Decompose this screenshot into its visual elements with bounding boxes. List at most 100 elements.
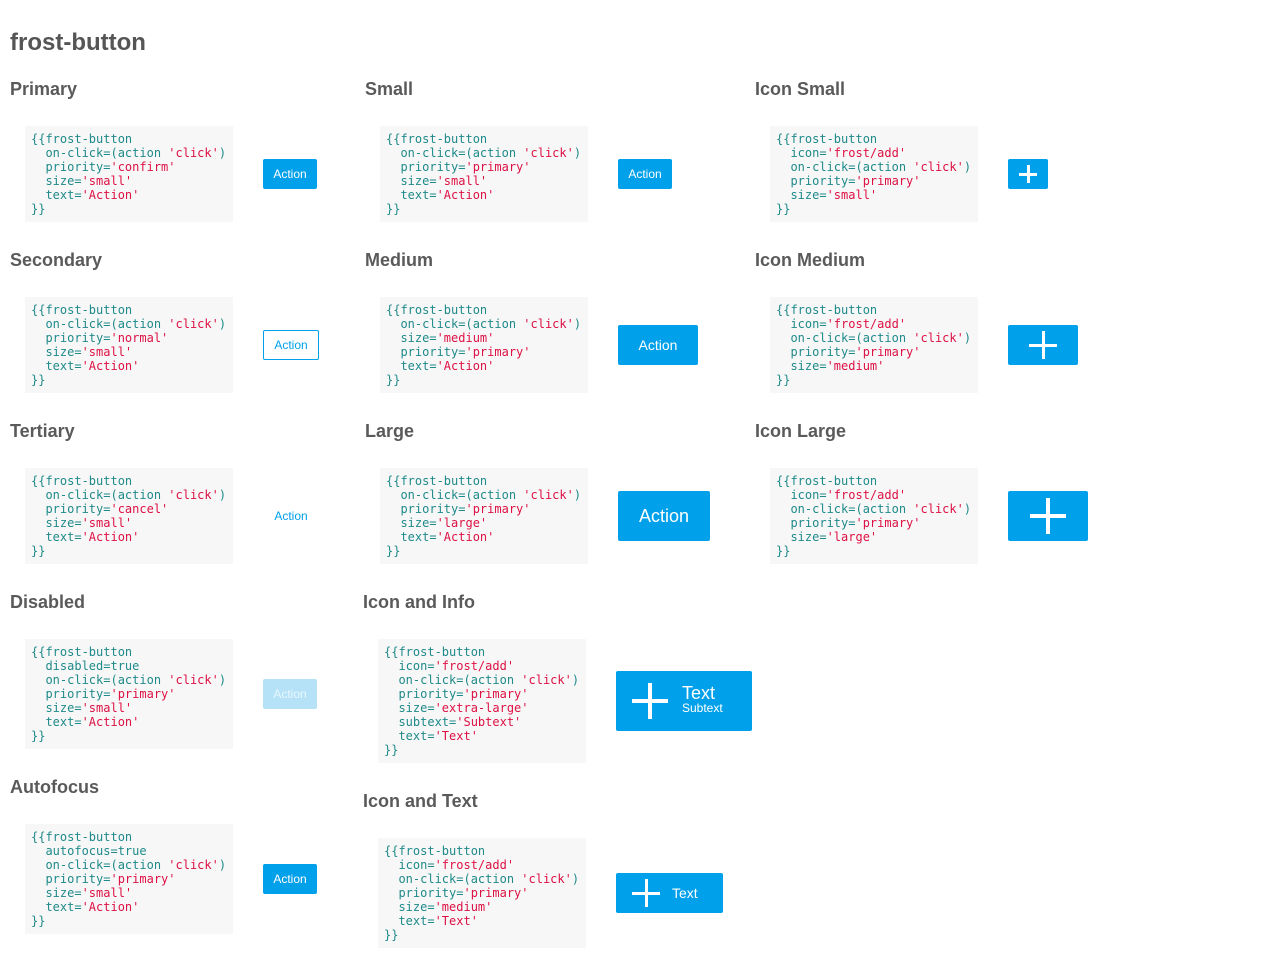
button-subtext: Subtext [682,701,723,715]
code-line: }} [31,373,46,387]
code-line: priority='primary' [386,345,531,359]
medium-button[interactable]: Action [618,325,698,365]
code-line: subtext='Subtext' [384,715,522,729]
code-line: size='medium' [384,900,493,914]
code-line: priority='primary' [776,174,921,188]
button-label: Action [274,509,308,523]
code-line: {{frost-button [384,844,486,858]
code-line: size='large' [776,530,878,544]
disabled-button: Action [263,679,317,709]
code-line: priority='confirm' [31,160,176,174]
code-line: text='Action' [31,188,140,202]
section-title-autofocus: Autofocus [10,777,99,797]
code-sample-autofocus: {{frost-button autofocus=true on-click=(… [25,824,233,934]
primary-button[interactable]: Action [263,159,317,189]
code-line: priority='primary' [31,687,176,701]
code-line: size='small' [31,174,133,188]
code-line: on-click=(action 'click') [31,317,227,331]
code-line: size='large' [386,516,488,530]
code-line: icon='frost/add' [776,146,907,160]
code-line: }} [386,544,401,558]
icon-small-button[interactable] [1008,159,1048,189]
code-sample-icon-large: {{frost-button icon='frost/add' on-click… [770,468,978,564]
code-line: on-click=(action 'click') [776,160,972,174]
code-line: on-click=(action 'click') [776,502,972,516]
code-line: priority='primary' [386,160,531,174]
code-line: priority='primary' [776,516,921,530]
code-sample-secondary: {{frost-button on-click=(action 'click')… [25,297,233,393]
icon-medium-button[interactable] [1008,325,1078,365]
code-line: icon='frost/add' [776,488,907,502]
large-button[interactable]: Action [618,491,710,541]
code-line: size='small' [31,886,133,900]
icon-info-button[interactable]: Text Subtext [616,671,752,731]
secondary-button[interactable]: Action [263,330,319,360]
icon-large-button[interactable] [1008,491,1088,541]
code-line: size='small' [31,701,133,715]
code-sample-disabled: {{frost-button disabled=true on-click=(a… [25,639,233,749]
code-line: text='Action' [386,359,495,373]
tertiary-button[interactable]: Action [263,501,319,531]
section-title-primary: Primary [10,79,78,99]
code-sample-icon-info: {{frost-button icon='frost/add' on-click… [378,639,586,763]
code-sample-small: {{frost-button on-click=(action 'click')… [380,126,588,222]
code-sample-medium: {{frost-button on-click=(action 'click')… [380,297,588,393]
code-line: priority='cancel' [31,502,169,516]
code-line: }} [776,373,791,387]
code-line: }} [31,544,46,558]
code-line: {{frost-button [31,830,133,844]
icon-text-button[interactable]: Text [616,873,723,913]
code-line: {{frost-button [776,303,878,317]
code-sample-large: {{frost-button on-click=(action 'click')… [380,468,588,564]
code-sample-icon-small: {{frost-button icon='frost/add' on-click… [770,126,978,222]
section-title-small: Small [365,79,414,99]
code-line: }} [776,202,791,216]
code-line: {{frost-button [386,474,488,488]
code-line: disabled=true [31,659,140,673]
code-line: priority='primary' [384,886,529,900]
section-title-icon-text: Icon and Text [363,791,478,811]
code-line: }} [31,729,46,743]
code-line: on-click=(action 'click') [31,858,227,872]
button-label: Action [273,872,307,886]
code-line: {{frost-button [776,132,878,146]
code-line: text='Action' [31,900,140,914]
section-title-icon-info: Icon and Info [363,592,475,612]
code-line: priority='primary' [384,687,529,701]
code-line: }} [31,914,46,928]
code-line: icon='frost/add' [384,659,515,673]
section-title-disabled: Disabled [10,592,86,612]
code-line: }} [386,202,401,216]
code-line: size='small' [776,188,878,202]
code-line: {{frost-button [31,474,133,488]
code-line: text='Text' [384,914,478,928]
code-line: on-click=(action 'click') [31,673,227,687]
code-line: priority='normal' [31,331,169,345]
code-line: text='Text' [384,729,478,743]
code-sample-tertiary: {{frost-button on-click=(action 'click')… [25,468,233,564]
page-title: frost-button [10,29,146,56]
add-icon [632,879,660,907]
code-line: on-click=(action 'click') [31,488,227,502]
code-line: icon='frost/add' [384,858,515,872]
code-line: text='Action' [386,188,495,202]
code-line: text='Action' [386,530,495,544]
button-label: Text [672,885,698,901]
code-line: size='extra-large' [384,701,529,715]
code-line: {{frost-button [384,645,486,659]
code-line: }} [384,928,399,942]
section-title-medium: Medium [365,250,434,270]
code-line: {{frost-button [31,303,133,317]
code-line: priority='primary' [776,345,921,359]
section-title-tertiary: Tertiary [10,421,75,441]
code-sample-primary: {{frost-button on-click=(action 'click')… [25,126,233,222]
autofocus-button[interactable]: Action [263,864,317,894]
button-label: Action [638,337,678,353]
small-button[interactable]: Action [618,159,672,189]
code-line: text='Action' [31,530,140,544]
section-title-large: Large [365,421,415,441]
button-text-group: Text Subtext [682,684,723,716]
section-title-secondary: Secondary [10,250,103,270]
add-icon [1030,498,1066,534]
code-line: icon='frost/add' [776,317,907,331]
